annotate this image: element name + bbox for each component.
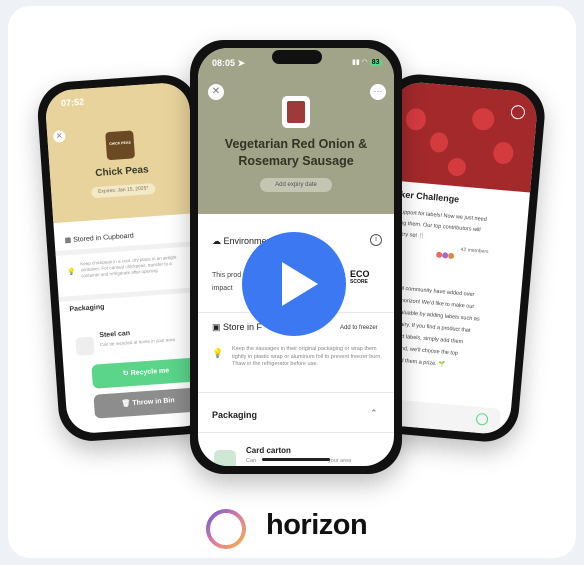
product-title: Vegetarian Red Onion & Rosemary Sausage <box>224 137 368 168</box>
status-time: 07:52 <box>60 96 85 109</box>
bulb-icon: 💡 <box>212 348 224 358</box>
storage-tip: Keep chickpeas in a cool, dry place in a… <box>80 254 177 279</box>
status-icons: ▮▮ ◠ 83 <box>352 59 382 66</box>
item-note-start: Can <box>246 458 257 464</box>
phone-screen: 07:52 ✕ CHICK PEAS Chick Peas Expires: J… <box>44 81 212 435</box>
battery-indicator: 83 <box>369 59 382 66</box>
divider <box>58 286 203 302</box>
challenge-title: aker Challenge <box>394 188 460 205</box>
dynamic-island <box>272 50 322 64</box>
freezer-icon: ▣ <box>212 322 221 332</box>
product-thumbnail <box>282 96 310 128</box>
bin-icon: 🗑 <box>121 400 133 408</box>
item-note-end: your area <box>328 458 352 464</box>
info-icon[interactable]: i <box>370 234 382 246</box>
play-icon <box>282 262 318 306</box>
strawberry <box>492 141 515 165</box>
horizon-logo-icon <box>206 509 246 549</box>
member-avatars <box>435 245 457 260</box>
eco-score-line: ECO <box>350 269 370 279</box>
storage-tip: Keep the sausages in their original pack… <box>232 346 382 367</box>
item-name: Card carton <box>246 446 291 455</box>
bin-label: Throw in Bin <box>132 397 175 408</box>
can-icon <box>75 336 95 356</box>
brand-name: horizon <box>266 509 368 541</box>
members-count: 42 members <box>460 246 489 256</box>
info-icon[interactable] <box>510 104 526 120</box>
thumbnail-label: CHICK PEAS <box>109 140 131 147</box>
add-expiry-button[interactable]: Add expiry date <box>260 178 332 192</box>
storage-row: ▦ Stored in Cupboard <box>64 232 134 245</box>
home-indicator <box>262 458 330 461</box>
packaging-heading: Packaging <box>212 410 258 420</box>
item-name: Steel can <box>99 330 131 340</box>
product-thumbnail: CHICK PEAS <box>105 130 136 161</box>
status-time: 08:05 ➤ <box>212 58 246 68</box>
packaging-heading: Packaging <box>69 303 105 314</box>
eco-score-badge: ECO SCORE <box>350 270 370 286</box>
cloud-icon: ☁ <box>212 236 221 246</box>
close-icon[interactable]: ✕ <box>208 84 224 100</box>
eco-score-line: SCORE <box>350 279 368 285</box>
strawberry <box>471 107 496 132</box>
impact-text: impact <box>212 285 233 292</box>
strawberry <box>405 107 427 132</box>
info-icon[interactable] <box>475 412 489 426</box>
chevron-up-icon[interactable]: ⌃ <box>370 408 378 419</box>
throw-in-bin-button[interactable]: 🗑 Throw in Bin <box>93 387 203 419</box>
play-video-button[interactable] <box>242 232 346 336</box>
recycle-button[interactable]: ↻ Recycle me <box>91 357 201 389</box>
strawberry <box>429 131 449 154</box>
bulb-icon: 💡 <box>66 268 76 277</box>
sausage-pack-image <box>287 101 305 123</box>
more-icon[interactable]: ··· <box>370 84 386 100</box>
cupboard-icon: ▦ <box>64 236 72 245</box>
recycle-label: Recycle me <box>130 367 170 378</box>
divider <box>198 432 394 433</box>
strawberries-image <box>386 80 539 193</box>
carton-icon <box>214 450 236 466</box>
strawberry <box>447 157 467 177</box>
impact-text: This prod <box>212 272 242 279</box>
storage-label: Stored in Cupboard <box>72 232 135 244</box>
divider <box>198 392 394 393</box>
